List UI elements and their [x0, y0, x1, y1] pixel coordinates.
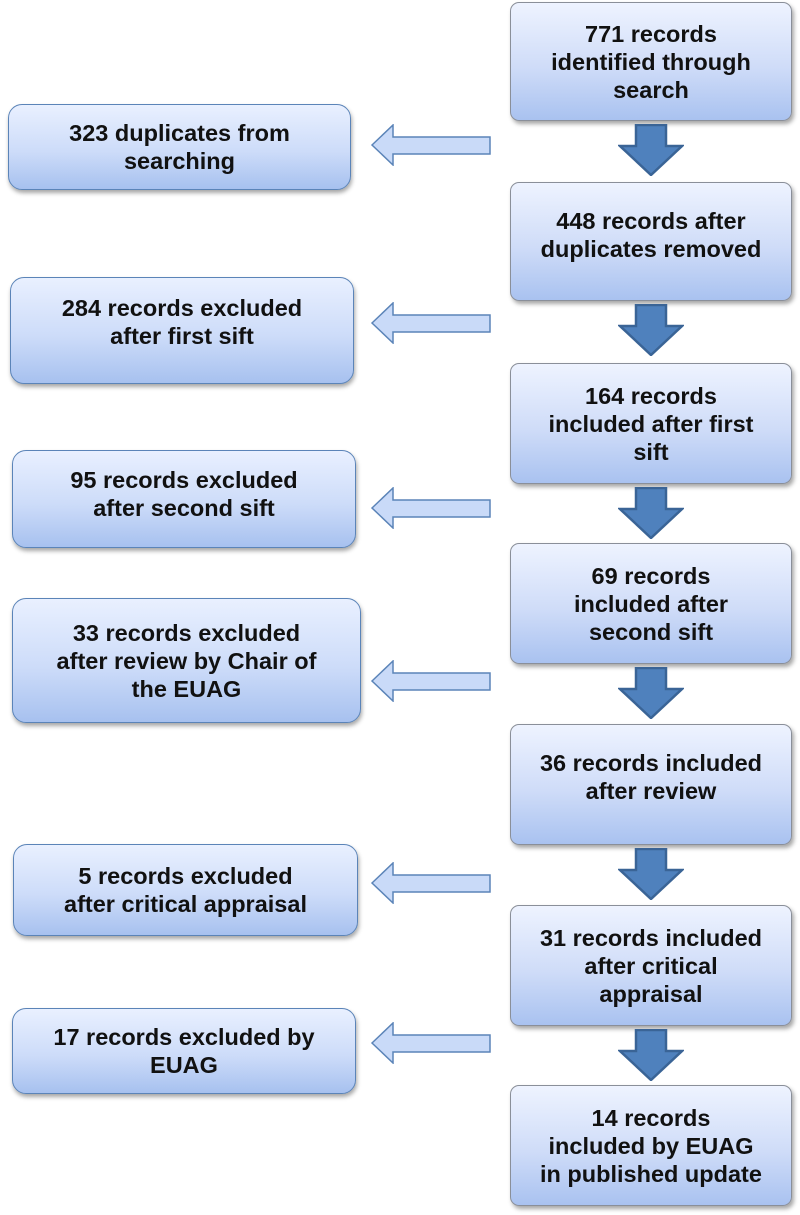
down-arrow-icon: [618, 848, 684, 900]
box-text-line: 164 records: [585, 382, 717, 409]
box-text-line: 448 records after: [556, 208, 746, 234]
box-text-line: search: [613, 76, 689, 103]
left-arrow-icon: [370, 124, 491, 166]
box-text-line: 17 records excluded by: [53, 1024, 315, 1050]
box-text-line: 69 records: [591, 562, 711, 589]
box-text-line: duplicates removed: [540, 236, 762, 262]
exclusion-box-chair-review: 33 records excluded after review by Chair…: [12, 598, 361, 723]
box-text-line: after review: [585, 778, 717, 804]
left-arrow-icon: [370, 660, 491, 702]
exclusion-box-critical-appraisal: 5 records excluded after critical apprais…: [13, 844, 358, 936]
flow-box-after-review: 36 records included after review: [510, 724, 792, 845]
left-arrow-icon: [370, 1022, 491, 1064]
left-arrow-icon: [370, 487, 491, 529]
box-text-line: sift: [633, 438, 669, 465]
flow-box-after-appraisal: 31 records included after critical apprais…: [510, 905, 792, 1026]
down-arrow-icon: [618, 667, 684, 719]
down-arrow-icon: [618, 124, 684, 176]
box-text-line: included after first: [548, 410, 754, 437]
flow-box-published: 14 records included by EUAG in published u…: [510, 1085, 792, 1206]
box-text-line: after critical appraisal: [64, 891, 307, 917]
box-text-line: after first sift: [110, 323, 254, 349]
flow-box-after-duplicates: 448 records after duplicates removed: [510, 182, 792, 301]
box-text-line: included after: [573, 590, 729, 617]
box-text-line: 5 records excluded: [78, 863, 293, 889]
box-text-line: 323 duplicates from: [69, 120, 290, 146]
box-text-line: 36 records included: [539, 750, 763, 776]
box-text-line: included by EUAG: [548, 1132, 754, 1159]
exclusion-box-second-sift: 95 records excluded after second sift: [12, 450, 356, 548]
box-text-line: after critical: [584, 952, 718, 979]
box-text-line: 14 records: [591, 1104, 711, 1131]
box-text-line: 95 records excluded: [70, 467, 298, 493]
box-text-line: in published update: [540, 1160, 762, 1187]
flow-box-identified: 771 records identified through search: [510, 2, 792, 121]
box-text-line: second sift: [588, 618, 714, 645]
down-arrow-icon: [618, 1029, 684, 1081]
box-text-line: identified through: [551, 48, 751, 75]
box-text-line: 771 records: [585, 20, 717, 47]
box-text-line: the EUAG: [131, 675, 242, 702]
left-arrow-icon: [370, 302, 491, 344]
box-text-line: after second sift: [93, 495, 275, 521]
box-text-line: EUAG: [150, 1052, 218, 1078]
down-arrow-icon: [618, 304, 684, 356]
box-text-line: 33 records excluded: [72, 619, 301, 646]
exclusion-box-duplicates: 323 duplicates from searching: [8, 104, 351, 190]
box-text-line: appraisal: [599, 980, 703, 1007]
left-arrow-icon: [370, 862, 491, 904]
down-arrow-icon: [618, 487, 684, 539]
flow-box-after-first-sift: 164 records included after first sift: [510, 363, 792, 484]
box-text-line: 31 records included: [539, 924, 763, 951]
box-text-line: after review by Chair of: [56, 647, 317, 674]
box-text-line: searching: [123, 148, 236, 174]
box-text-line: 284 records excluded: [61, 295, 303, 321]
flow-box-after-second-sift: 69 records included after second sift: [510, 543, 792, 664]
exclusion-box-first-sift: 284 records excluded after first sift: [10, 277, 354, 384]
exclusion-box-euag: 17 records excluded by EUAG: [12, 1008, 356, 1094]
